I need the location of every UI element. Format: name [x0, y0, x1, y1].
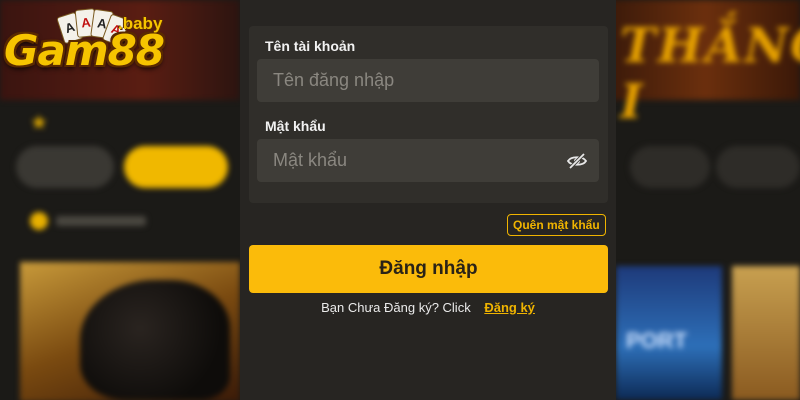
- background-tab: [16, 146, 114, 188]
- background-banner-text: THẮNG I: [620, 18, 800, 130]
- star-icon: ★: [30, 112, 48, 134]
- signup-prompt-row: Bạn Chưa Đăng ký? Click Đăng ký: [240, 300, 616, 315]
- eye-slash-icon[interactable]: [566, 151, 588, 171]
- password-input[interactable]: [257, 139, 599, 182]
- password-field[interactable]: [257, 139, 599, 182]
- login-modal: Tên tài khoản Mật khẩu Quên mật khẩu Đăn…: [240, 0, 616, 400]
- password-label: Mật khẩu: [265, 118, 326, 134]
- signup-prompt-text: Bạn Chưa Đăng ký? Click: [321, 300, 471, 315]
- background-game-card: [20, 262, 240, 400]
- screen: THẮNG I ★ PORT A A A A Gam88 .baby Tên t…: [0, 0, 800, 400]
- login-button[interactable]: Đăng nhập: [249, 245, 608, 293]
- background-section-heading: [30, 210, 150, 232]
- background-tab: [716, 146, 800, 188]
- username-label: Tên tài khoản: [265, 38, 356, 54]
- background-tab-active: [124, 146, 228, 188]
- logo-suffix: .baby: [118, 14, 163, 33]
- background-card-text: PORT: [626, 328, 688, 353]
- rooster-image: [80, 280, 230, 400]
- login-form: Tên tài khoản Mật khẩu: [249, 26, 608, 203]
- signup-link[interactable]: Đăng ký: [484, 300, 535, 315]
- forgot-password-button[interactable]: Quên mật khẩu: [507, 214, 606, 236]
- background-game-card: [732, 266, 800, 400]
- username-field[interactable]: [257, 59, 599, 102]
- username-input[interactable]: [257, 59, 599, 102]
- site-logo: A A A A Gam88 .baby: [4, 4, 174, 92]
- background-tab: [630, 146, 710, 188]
- background-game-card: PORT: [616, 266, 722, 400]
